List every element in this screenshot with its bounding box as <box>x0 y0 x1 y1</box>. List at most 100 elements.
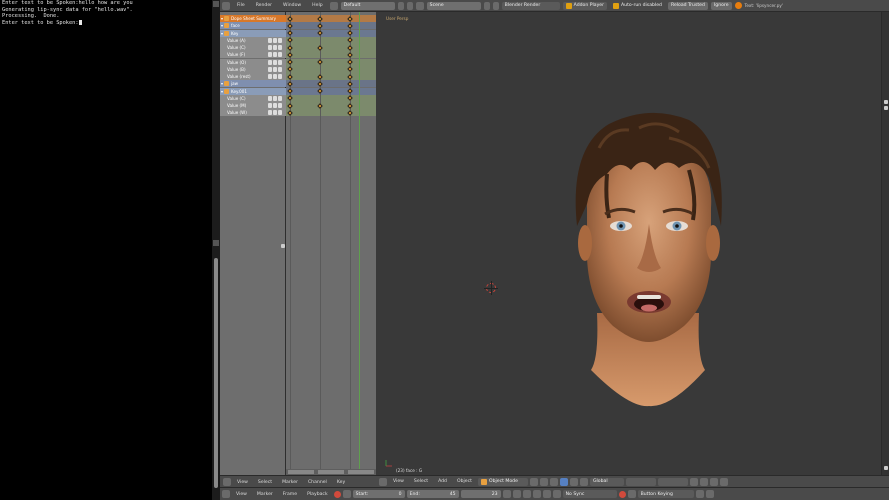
mute-toggle-icon[interactable] <box>268 103 272 108</box>
visibility-toggle-icon[interactable] <box>278 45 282 50</box>
ds-menu-channel[interactable]: Channel <box>304 480 331 485</box>
scroll-knob[interactable] <box>884 466 888 470</box>
lock-toggle-icon[interactable] <box>273 66 277 72</box>
tl-menu-marker[interactable]: Marker <box>253 492 277 497</box>
channel-toggles[interactable] <box>268 52 284 58</box>
channel-toggles[interactable] <box>268 45 284 50</box>
mute-toggle-icon[interactable] <box>268 74 272 79</box>
visibility-toggle-icon[interactable] <box>278 59 282 65</box>
channel-row[interactable]: Value (C) <box>220 44 286 51</box>
dopesheet-row[interactable] <box>286 44 376 51</box>
dopesheet-row[interactable] <box>286 94 376 102</box>
mute-toggle-icon[interactable] <box>268 37 272 43</box>
dopesheet-row[interactable] <box>286 109 376 117</box>
channel-row[interactable]: ▾ Dope Sheet Summary <box>220 15 286 22</box>
reload-trusted-button[interactable]: Reload Trusted <box>667 1 708 10</box>
keying-set-dropdown[interactable]: Button Keying <box>637 490 694 498</box>
menu-window[interactable]: Window <box>279 3 305 8</box>
mute-toggle-icon[interactable] <box>268 52 272 58</box>
dopesheet-channel-list[interactable]: ▾ Dope Sheet Summary ▾ face ▾ Key Value (A) Val… <box>220 12 286 475</box>
scroll-up-arrow-icon[interactable] <box>213 1 219 7</box>
terminal-window[interactable]: Enter text to be Spoken:hello how are yo… <box>0 0 212 500</box>
dopesheet-keyframe-area[interactable] <box>286 12 376 475</box>
snap-icon[interactable] <box>709 477 718 486</box>
visibility-toggle-icon[interactable] <box>278 110 282 116</box>
v3d-menu-select[interactable]: Select <box>410 479 432 484</box>
3d-viewport[interactable]: User Persp (23) face: G <box>376 12 881 475</box>
object-mode-dropdown[interactable]: Object Mode <box>477 477 528 486</box>
tl-menu-frame[interactable]: Frame <box>279 492 301 497</box>
pivot-point-icon[interactable] <box>539 477 548 486</box>
delete-keyframe-icon[interactable] <box>705 490 714 498</box>
tl-menu-view[interactable]: View <box>232 492 251 497</box>
visibility-toggle-icon[interactable] <box>278 37 282 43</box>
mute-toggle-icon[interactable] <box>268 66 272 72</box>
channel-row[interactable]: Value (C) <box>220 94 286 102</box>
dopesheet-row[interactable] <box>286 22 376 30</box>
channel-row[interactable]: Value (rest) <box>220 73 286 80</box>
remove-layout-icon[interactable] <box>406 1 413 10</box>
next-keyframe-icon[interactable] <box>542 490 551 498</box>
visibility-toggle-icon[interactable] <box>278 103 282 108</box>
scroll-down-arrow-icon[interactable] <box>213 240 219 246</box>
dopesheet-row[interactable] <box>286 36 376 44</box>
lock-toggle-icon[interactable] <box>273 95 277 101</box>
dopesheet-row[interactable] <box>286 65 376 73</box>
lock-icon[interactable] <box>689 477 698 486</box>
play-icon[interactable] <box>532 490 541 498</box>
dopesheet-row[interactable] <box>286 102 376 109</box>
auto-key-icon[interactable] <box>618 490 626 498</box>
lock-toggle-icon[interactable] <box>273 59 277 65</box>
orientation-dropdown[interactable]: Global <box>589 477 624 486</box>
start-frame-field[interactable]: Start: 0 <box>352 490 405 498</box>
channel-toggles[interactable] <box>268 59 284 65</box>
dopesheet-row[interactable] <box>286 29 376 37</box>
screen-layout-icon[interactable] <box>329 1 338 10</box>
current-frame-field[interactable]: 23 <box>460 490 501 498</box>
editor-type-icon[interactable] <box>222 490 230 498</box>
dopesheet-row[interactable] <box>286 58 376 66</box>
layer-buttons-icon[interactable] <box>625 477 656 486</box>
ds-menu-marker[interactable]: Marker <box>278 480 302 485</box>
jump-start-icon[interactable] <box>502 490 511 498</box>
render-engine-dropdown[interactable]: Blender Render <box>501 1 560 10</box>
lock-toggle-icon[interactable] <box>273 37 277 43</box>
jump-end-icon[interactable] <box>552 490 561 498</box>
ds-menu-view[interactable]: View <box>233 480 252 485</box>
channel-row[interactable]: ▾ Key.001 <box>220 87 286 95</box>
v3d-menu-add[interactable]: Add <box>434 479 451 484</box>
channel-toggles[interactable] <box>268 103 284 108</box>
channel-row[interactable]: ▾ face <box>220 22 286 30</box>
tl-menu-playback[interactable]: Playback <box>303 492 332 497</box>
end-frame-field[interactable]: End: 45 <box>406 490 459 498</box>
prev-keyframe-icon[interactable] <box>512 490 521 498</box>
channel-row[interactable]: ▾ jaw <box>220 80 286 88</box>
manipulator-icon[interactable] <box>549 477 558 486</box>
remove-scene-icon[interactable] <box>492 1 499 10</box>
mute-toggle-icon[interactable] <box>268 45 272 50</box>
menu-render[interactable]: Render <box>252 3 276 8</box>
lock-toggle-icon[interactable] <box>273 103 277 108</box>
add-scene-icon[interactable] <box>483 1 490 10</box>
render-preview-icon[interactable] <box>719 477 728 486</box>
terminal-scroll-thumb[interactable] <box>214 258 218 488</box>
scale-icon[interactable] <box>579 477 588 486</box>
ds-menu-key[interactable]: Key <box>333 480 349 485</box>
editor-type-icon[interactable] <box>223 478 231 486</box>
channel-row[interactable]: Value (A) <box>220 36 286 44</box>
terminal-prompt-line[interactable]: Enter text to be Spoken: <box>0 19 212 27</box>
editor-type-icon[interactable] <box>222 1 230 10</box>
scene-field[interactable]: Scene <box>426 1 481 10</box>
channel-toggles[interactable] <box>268 37 284 43</box>
channel-row[interactable]: Value (F) <box>220 51 286 59</box>
channel-toggles[interactable] <box>268 66 284 72</box>
ignore-button[interactable]: Ignore <box>710 1 732 10</box>
lock-toggle-icon[interactable] <box>273 110 277 116</box>
channel-row[interactable]: Value (W) <box>220 109 286 117</box>
visibility-toggle-icon[interactable] <box>278 95 282 101</box>
ds-menu-select[interactable]: Select <box>254 480 276 485</box>
v3d-menu-object[interactable]: Object <box>453 479 476 484</box>
channel-row[interactable]: Value (M) <box>220 102 286 109</box>
dopesheet-row[interactable] <box>286 15 376 22</box>
proportional-edit-icon[interactable] <box>699 477 708 486</box>
